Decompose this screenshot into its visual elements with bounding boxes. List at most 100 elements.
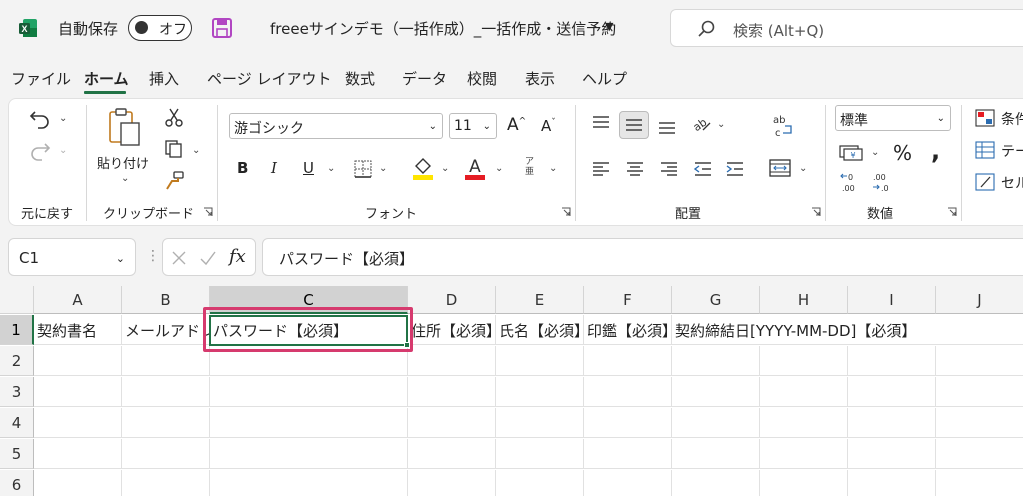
cell-c6[interactable] xyxy=(210,470,408,496)
borders-icon[interactable] xyxy=(353,159,373,179)
decrease-decimal-icon[interactable]: .00 .0 xyxy=(871,171,895,195)
column-header-g[interactable]: G xyxy=(672,286,760,314)
comma-style-icon[interactable]: , xyxy=(931,137,940,165)
bold-icon[interactable]: B xyxy=(237,159,248,177)
fill-color-icon[interactable] xyxy=(411,155,435,181)
cell-j3[interactable] xyxy=(936,377,1023,407)
cell-j2[interactable] xyxy=(936,346,1023,376)
column-header-b[interactable]: B xyxy=(122,286,210,314)
chevron-down-icon[interactable]: ▼ xyxy=(605,20,613,33)
cell-h6[interactable] xyxy=(760,470,848,496)
conditional-formatting-label[interactable]: 条件 xyxy=(1001,109,1023,129)
cell-j4[interactable] xyxy=(936,408,1023,438)
cell-g4[interactable] xyxy=(672,408,760,438)
save-icon[interactable] xyxy=(210,16,234,40)
tab-view[interactable]: 表示 xyxy=(525,68,555,89)
cell-i6[interactable] xyxy=(848,470,936,496)
cell-e3[interactable] xyxy=(496,377,584,407)
merge-center-icon[interactable] xyxy=(769,159,791,177)
accounting-format-icon[interactable]: ¥ xyxy=(839,143,863,161)
italic-icon[interactable]: I xyxy=(271,159,277,177)
orientation-icon[interactable]: ab xyxy=(689,113,711,133)
dialog-launcher-icon[interactable] xyxy=(203,207,213,217)
column-header-d[interactable]: D xyxy=(408,286,496,314)
underline-icon[interactable]: U xyxy=(303,159,314,177)
chevron-down-icon[interactable]: ⌄ xyxy=(379,163,387,174)
chevron-down-icon[interactable]: ⌄ xyxy=(799,163,807,174)
cell-e6[interactable] xyxy=(496,470,584,496)
chevron-down-icon[interactable]: ⌄ xyxy=(192,145,200,156)
column-header-i[interactable]: I xyxy=(848,286,936,314)
chevron-down-icon[interactable]: ⌄ xyxy=(327,163,335,174)
row-header-4[interactable]: 4 xyxy=(0,408,34,438)
format-painter-icon[interactable] xyxy=(165,171,185,191)
cell-a6[interactable] xyxy=(34,470,122,496)
cell-f3[interactable] xyxy=(584,377,672,407)
cell-g5[interactable] xyxy=(672,439,760,469)
cell-b3[interactable] xyxy=(122,377,210,407)
row-header-2[interactable]: 2 xyxy=(0,346,34,376)
format-as-table-icon[interactable] xyxy=(975,141,995,159)
cell-i2[interactable] xyxy=(848,346,936,376)
cell-d6[interactable] xyxy=(408,470,496,496)
cell-i3[interactable] xyxy=(848,377,936,407)
name-box[interactable]: C1 ⌄ xyxy=(8,238,136,276)
cell-g3[interactable] xyxy=(672,377,760,407)
column-header-h[interactable]: H xyxy=(760,286,848,314)
cell-d3[interactable] xyxy=(408,377,496,407)
cell-g2[interactable] xyxy=(672,346,760,376)
number-format-select[interactable]: 標準 ⌄ xyxy=(835,105,951,131)
autosave-toggle[interactable]: オフ xyxy=(128,15,192,41)
undo-icon[interactable] xyxy=(29,107,51,129)
tab-home[interactable]: ホーム xyxy=(84,68,129,89)
align-middle-button[interactable] xyxy=(619,111,649,139)
align-top-icon[interactable] xyxy=(591,115,611,131)
align-right-icon[interactable] xyxy=(659,161,679,177)
conditional-formatting-icon[interactable] xyxy=(975,109,995,127)
tab-page-layout[interactable]: ページ レイアウト xyxy=(207,68,331,89)
percent-style-icon[interactable]: % xyxy=(893,141,912,165)
chevron-down-icon[interactable]: ⌄ xyxy=(717,119,725,130)
cell-d5[interactable] xyxy=(408,439,496,469)
tab-review[interactable]: 校閲 xyxy=(467,68,497,89)
tab-help[interactable]: ヘルプ xyxy=(582,68,627,89)
cut-icon[interactable] xyxy=(165,107,183,127)
cell-a4[interactable] xyxy=(34,408,122,438)
cell-j5[interactable] xyxy=(936,439,1023,469)
select-all-button[interactable] xyxy=(0,286,34,314)
increase-decimal-icon[interactable]: 0 .00 xyxy=(839,171,863,195)
font-name-select[interactable]: 游ゴシック ⌄ xyxy=(229,113,443,139)
align-center-icon[interactable] xyxy=(625,161,645,177)
font-color-icon[interactable]: A xyxy=(463,155,487,181)
cell-j6[interactable] xyxy=(936,470,1023,496)
align-left-icon[interactable] xyxy=(591,161,611,177)
tab-insert[interactable]: 挿入 xyxy=(149,68,179,89)
chevron-down-icon[interactable]: ⌄ xyxy=(871,147,879,158)
font-size-select[interactable]: 11 ⌄ xyxy=(449,113,497,139)
chevron-down-icon[interactable]: ⌄ xyxy=(121,173,129,184)
cell-f4[interactable] xyxy=(584,408,672,438)
wrap-text-icon[interactable]: ab c xyxy=(771,113,793,139)
dialog-launcher-icon[interactable] xyxy=(947,207,957,217)
dialog-launcher-icon[interactable] xyxy=(811,207,821,217)
cell-f1[interactable]: 印鑑【必須】 xyxy=(584,315,672,345)
paste-label[interactable]: 貼り付け xyxy=(97,153,149,172)
cell-c3[interactable] xyxy=(210,377,408,407)
cell-f6[interactable] xyxy=(584,470,672,496)
cell-d1[interactable]: 住所【必須】 xyxy=(408,315,496,345)
cell-e4[interactable] xyxy=(496,408,584,438)
paste-icon[interactable] xyxy=(107,107,143,147)
cell-g1[interactable]: 契約締結日[YYYY-MM-DD]【必須】 xyxy=(672,315,1023,345)
cancel-icon[interactable] xyxy=(171,250,187,266)
cell-b5[interactable] xyxy=(122,439,210,469)
tab-data[interactable]: データ xyxy=(402,68,447,89)
row-header-5[interactable]: 5 xyxy=(0,439,34,469)
chevron-down-icon[interactable]: ⌄ xyxy=(59,145,67,156)
chevron-down-icon[interactable]: ⌄ xyxy=(441,163,449,174)
cell-f5[interactable] xyxy=(584,439,672,469)
cell-d2[interactable] xyxy=(408,346,496,376)
cell-c4[interactable] xyxy=(210,408,408,438)
cell-d4[interactable] xyxy=(408,408,496,438)
cell-h5[interactable] xyxy=(760,439,848,469)
chevron-down-icon[interactable]: ⌄ xyxy=(549,163,557,174)
